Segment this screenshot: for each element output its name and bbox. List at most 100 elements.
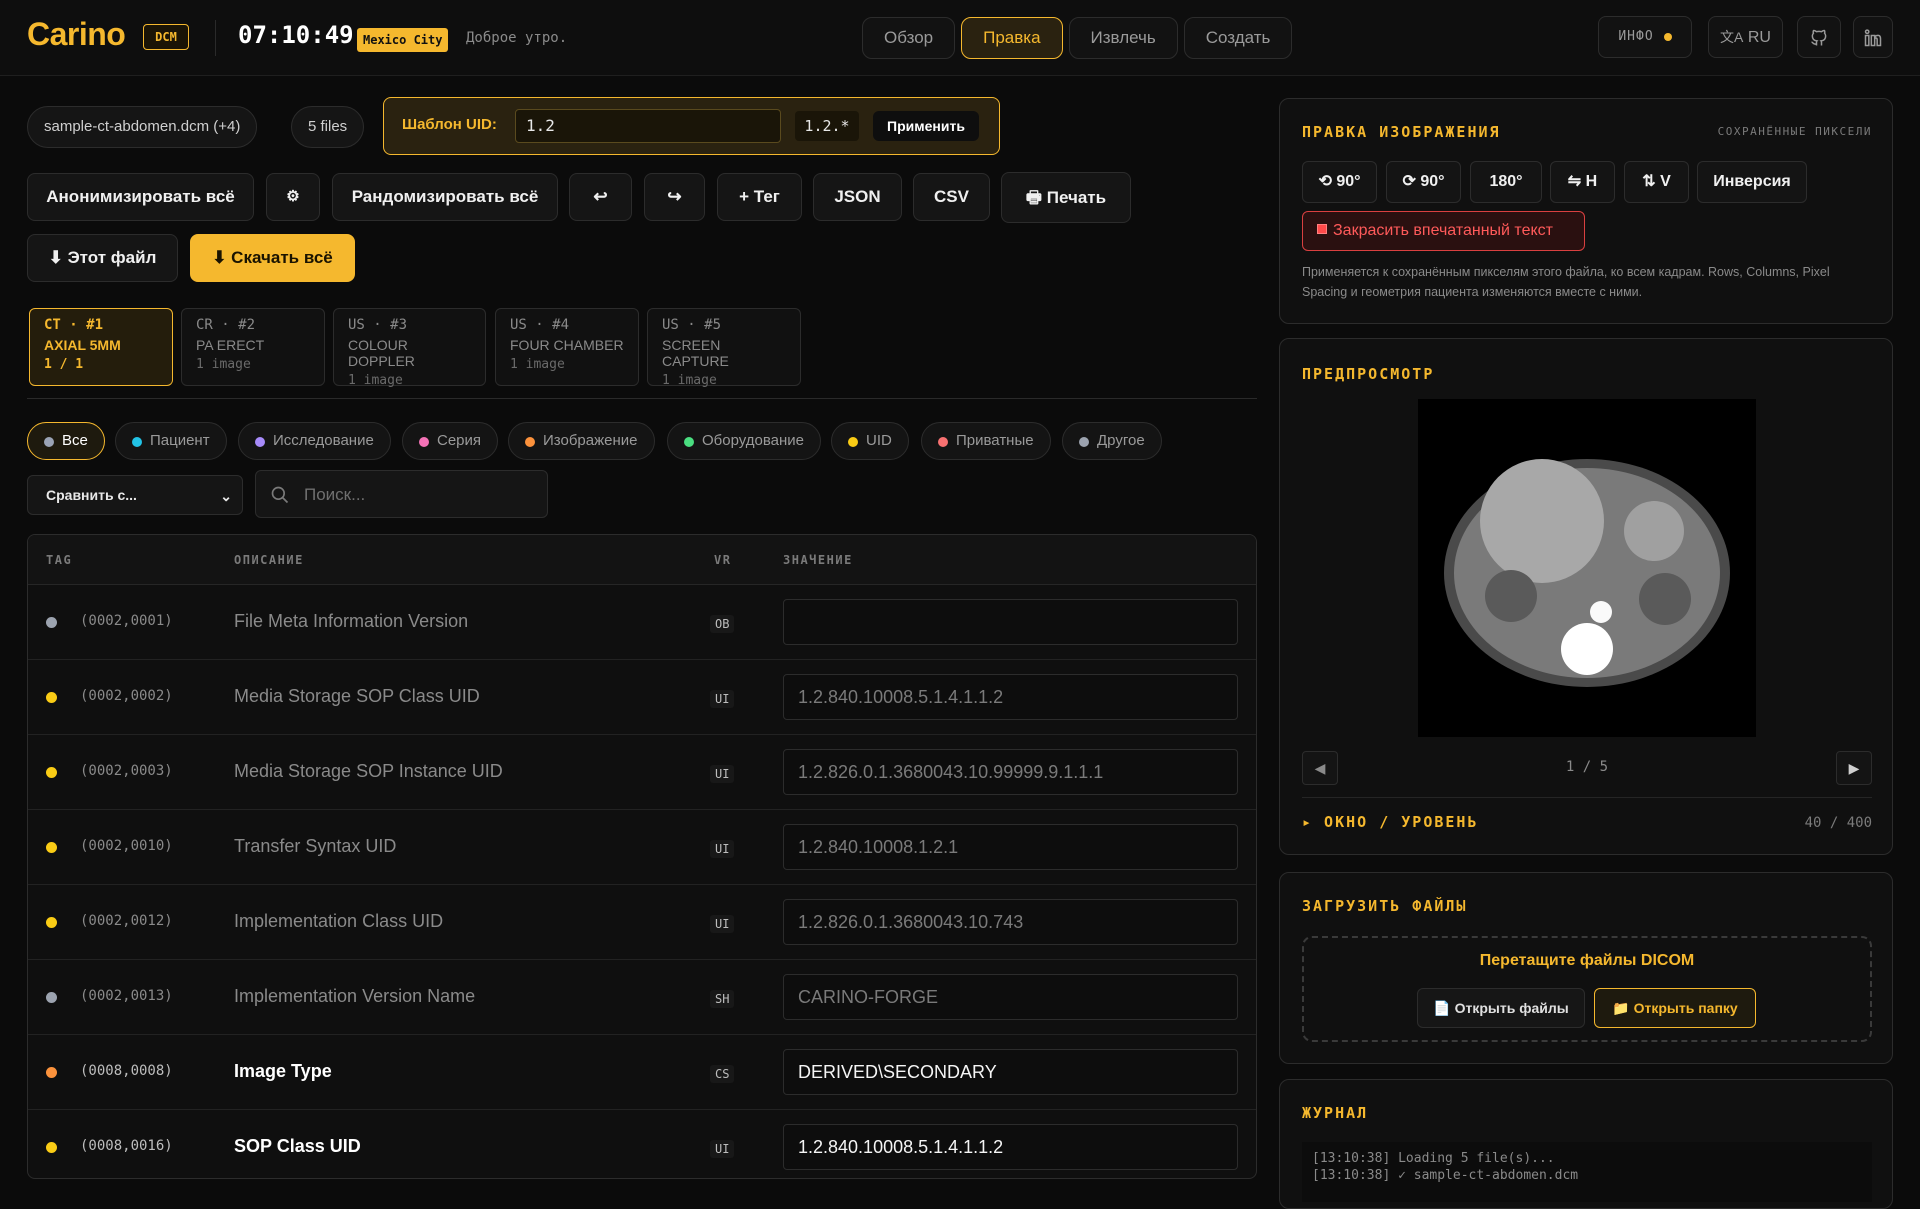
tag-group-dot — [46, 842, 57, 853]
table-row[interactable]: (0008,0008) Image Type CS DERIVED\SECOND… — [28, 1035, 1256, 1110]
language-button[interactable]: 文A RU — [1708, 16, 1783, 58]
open-folder-button[interactable]: 📁 Открыть папку — [1594, 988, 1756, 1028]
window-level-toggle[interactable]: ▸ ОКНО / УРОВЕНЬ — [1302, 813, 1479, 831]
tag-group-dot — [46, 1067, 57, 1078]
tag-description: Image Type — [234, 1061, 332, 1081]
tag-value-input[interactable]: 1.2.840.10008.1.2.1 — [783, 824, 1238, 870]
table-row[interactable]: (0002,0013) Implementation Version Name … — [28, 960, 1256, 1035]
compare-select[interactable]: Сравнить с... ⌄ — [27, 475, 243, 515]
filter-dot — [1079, 437, 1089, 447]
drop-zone[interactable]: Перетащите файлы DICOM 📄 Открыть файлы 📁… — [1302, 936, 1872, 1042]
rotate-180-button[interactable]: 180° — [1470, 161, 1542, 203]
table-row[interactable]: (0008,0016) SOP Class UID UI 1.2.840.100… — [28, 1110, 1256, 1178]
download-all-button[interactable]: ⬇ Скачать всё — [190, 234, 355, 282]
table-row[interactable]: (0002,0003) Media Storage SOP Instance U… — [28, 735, 1256, 810]
current-file-chip[interactable]: sample-ct-abdomen.dcm (+4) — [27, 106, 258, 148]
settings-icon[interactable]: ⚙ — [266, 173, 320, 221]
tag-id: (0002,0003) — [80, 763, 173, 779]
info-button[interactable]: ИНФО — [1598, 16, 1692, 58]
export-json-button[interactable]: JSON — [813, 173, 902, 221]
tag-value-input[interactable]: 1.2.840.10008.5.1.4.1.1.2 — [783, 1124, 1238, 1170]
column-header-value[interactable]: ЗНАЧЕНИЕ — [783, 553, 853, 567]
tag-description: File Meta Information Version — [234, 611, 469, 631]
language-label: RU — [1747, 29, 1771, 46]
tag-id: (0002,0001) — [80, 613, 173, 629]
filter-private[interactable]: Приватные — [921, 422, 1051, 460]
tag-value-input[interactable] — [783, 599, 1238, 645]
filter-uid[interactable]: UID — [831, 422, 909, 460]
uid-apply-button[interactable]: Применить — [873, 111, 979, 141]
open-files-button[interactable]: 📄 Открыть файлы — [1417, 988, 1585, 1028]
filter-patient[interactable]: Пациент — [115, 422, 227, 460]
series-card-1[interactable]: CT · #1 AXIAL 5MM 1 / 1 — [29, 308, 173, 386]
file-count-chip[interactable]: 5 files — [291, 106, 365, 148]
table-row[interactable]: (0002,0001) File Meta Information Versio… — [28, 585, 1256, 660]
print-button[interactable]: 🖶 Печать — [1001, 172, 1131, 223]
series-card-2[interactable]: CR · #2 PA ERECT 1 image — [181, 308, 325, 386]
add-tag-button[interactable]: + Тег — [717, 173, 802, 221]
series-card-3[interactable]: US · #3 COLOUR DOPPLER 1 image — [333, 308, 486, 388]
tab-overview[interactable]: Обзор — [862, 17, 956, 59]
anonymize-all-button[interactable]: Анонимизировать всё — [27, 173, 254, 221]
randomize-all-button[interactable]: Рандомизировать всё — [332, 173, 558, 221]
export-csv-button[interactable]: CSV — [913, 173, 990, 221]
tag-value-input[interactable]: 1.2.826.0.1.3680043.10.743 — [783, 899, 1238, 945]
series-card-5[interactable]: US · #5 SCREEN CAPTURE 1 image — [647, 308, 801, 388]
series-count: 1 image — [196, 357, 251, 372]
redact-burned-text-button[interactable]: Закрасить впечатанный текст — [1302, 211, 1585, 251]
rotate-cw-button[interactable]: ⟳ 90° — [1386, 161, 1461, 203]
tag-vr: UI — [710, 1140, 735, 1158]
tag-description: Media Storage SOP Instance UID — [234, 761, 503, 781]
filter-study[interactable]: Исследование — [238, 422, 391, 460]
frame-indicator: 1 / 5 — [1565, 759, 1609, 775]
filter-label: UID — [866, 432, 892, 449]
tab-extract[interactable]: Извлечь — [1068, 17, 1178, 59]
table-row[interactable]: (0002,0012) Implementation Class UID UI … — [28, 885, 1256, 960]
rotate-ccw-button[interactable]: ⟲ 90° — [1302, 161, 1377, 203]
filter-image[interactable]: Изображение — [508, 422, 655, 460]
flip-vertical-button[interactable]: ⇅ V — [1624, 161, 1689, 203]
next-frame-button[interactable]: ▶ — [1836, 751, 1872, 785]
search-input[interactable]: Поиск... — [255, 470, 548, 518]
tab-edit[interactable]: Правка — [961, 17, 1063, 59]
filter-label: Исследование — [273, 432, 374, 449]
column-header-vr[interactable]: VR — [714, 553, 731, 567]
app-logo[interactable]: Carino — [27, 16, 126, 53]
flip-horizontal-button[interactable]: ⇋ H — [1550, 161, 1615, 203]
redo-icon[interactable]: ↪ — [644, 173, 705, 221]
tag-value-input[interactable]: 1.2.840.10008.5.1.4.1.1.2 — [783, 674, 1238, 720]
city-badge: Mexico City — [357, 28, 449, 52]
table-row[interactable]: (0002,0002) Media Storage SOP Class UID … — [28, 660, 1256, 735]
chevron-down-icon: ⌄ — [220, 488, 232, 504]
filter-equipment[interactable]: Оборудование — [667, 422, 822, 460]
tag-value-input[interactable]: DERIVED\SECONDARY — [783, 1049, 1238, 1095]
github-button[interactable] — [1797, 16, 1841, 58]
tab-create[interactable]: Создать — [1183, 17, 1293, 59]
uid-template-input[interactable]: 1.2 — [515, 109, 781, 143]
undo-icon[interactable]: ↩ — [569, 173, 632, 221]
invert-button[interactable]: Инверсия — [1697, 161, 1807, 203]
tag-value-input[interactable]: CARINO-FORGE — [783, 974, 1238, 1020]
search-icon — [271, 486, 289, 504]
filter-series[interactable]: Серия — [402, 422, 499, 460]
column-header-tag[interactable]: TAG — [46, 553, 72, 567]
table-row[interactable]: (0002,0010) Transfer Syntax UID UI 1.2.8… — [28, 810, 1256, 885]
image-edit-title: ПРАВКА ИЗОБРАЖЕНИЯ — [1302, 123, 1501, 141]
column-header-description[interactable]: ОПИСАНИЕ — [234, 553, 304, 567]
preview-panel: ПРЕДПРОСМОТР ◀ 1 / 5 ▶ ▸ ОКНО / УРОВЕНЬ … — [1279, 338, 1893, 855]
preview-image[interactable] — [1418, 399, 1756, 737]
linkedin-button[interactable] — [1853, 16, 1893, 58]
drop-zone-label: Перетащите файлы DICOM — [1479, 952, 1695, 969]
filter-other[interactable]: Другое — [1062, 422, 1162, 460]
series-card-4[interactable]: US · #4 FOUR CHAMBER 1 image — [495, 308, 639, 386]
tag-group-dot — [46, 992, 57, 1003]
tag-value-input[interactable]: 1.2.826.0.1.3680043.10.99999.9.1.1.1 — [783, 749, 1238, 795]
tag-vr: UI — [710, 840, 735, 858]
filter-label: Приватные — [956, 432, 1034, 449]
download-this-file-button[interactable]: ⬇ Этот файл — [27, 234, 178, 282]
print-label: Печать — [1046, 188, 1107, 207]
image-edit-panel: ПРАВКА ИЗОБРАЖЕНИЯ СОХРАНЁННЫЕ ПИКСЕЛИ ⟲… — [1279, 98, 1893, 324]
series-modality: US · #5 — [662, 317, 722, 333]
tag-id: (0002,0010) — [80, 838, 173, 854]
filter-all[interactable]: Все — [27, 422, 105, 460]
